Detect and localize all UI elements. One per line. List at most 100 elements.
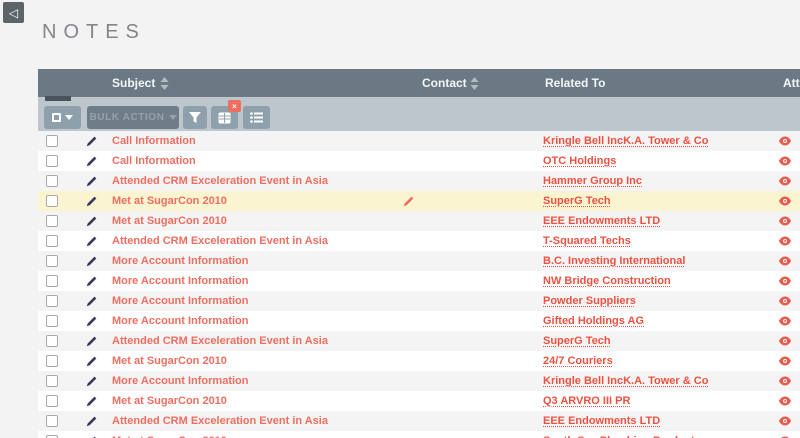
note-subject[interactable]: Met at SugarCon 2010 [112, 211, 227, 231]
preview-eye-icon[interactable] [779, 151, 791, 171]
row-checkbox[interactable] [46, 235, 58, 247]
sort-icon-contact[interactable] [470, 77, 479, 90]
row-checkbox[interactable] [46, 395, 58, 407]
note-subject[interactable]: Met at SugarCon 2010 [112, 191, 227, 211]
preview-eye-icon[interactable] [779, 371, 791, 391]
note-subject[interactable]: Attended CRM Exceleration Event in Asia [112, 171, 328, 191]
edit-pencil-icon[interactable] [86, 151, 97, 171]
preview-eye-icon[interactable] [779, 191, 791, 211]
sort-icon-subject[interactable] [160, 77, 169, 90]
row-checkbox[interactable] [46, 135, 58, 147]
note-subject[interactable]: More Account Information [112, 271, 248, 291]
related-to-link[interactable]: Kringle Bell IncK.A. Tower & Co [543, 371, 708, 391]
preview-eye-icon[interactable] [779, 131, 791, 151]
related-to-link[interactable]: Kringle Bell IncK.A. Tower & Co [543, 131, 708, 151]
related-to-link[interactable]: SuperG Tech [543, 331, 611, 351]
edit-pencil-icon[interactable] [86, 371, 97, 391]
edit-pencil-icon[interactable] [86, 411, 97, 431]
table-row[interactable]: Attended CRM Exceleration Event in Asia H… [38, 171, 800, 191]
bulk-action-button[interactable]: BULK ACTION [87, 106, 179, 129]
select-all-dropdown-button[interactable] [44, 106, 81, 129]
preview-eye-icon[interactable] [779, 231, 791, 251]
preview-eye-icon[interactable] [779, 211, 791, 231]
related-to-link[interactable]: Gifted Holdings AG [543, 311, 644, 331]
note-subject[interactable]: Call Information [112, 151, 196, 171]
note-subject[interactable]: More Account Information [112, 291, 248, 311]
clear-filter-badge[interactable]: × [228, 100, 241, 112]
row-checkbox[interactable] [46, 335, 58, 347]
edit-pencil-icon[interactable] [86, 251, 97, 271]
row-checkbox[interactable] [46, 155, 58, 167]
note-subject[interactable]: Call Information [112, 131, 196, 151]
row-checkbox[interactable] [46, 275, 58, 287]
edit-pencil-icon[interactable] [86, 311, 97, 331]
edit-pencil-icon[interactable] [86, 391, 97, 411]
column-header-attachment[interactable]: Att [783, 76, 800, 90]
table-row[interactable]: More Account Information Powder Suppliers [38, 291, 800, 311]
row-checkbox[interactable] [46, 415, 58, 427]
preview-eye-icon[interactable] [779, 351, 791, 371]
related-to-link[interactable]: EEE Endowments LTD [543, 211, 660, 231]
edit-pencil-icon[interactable] [86, 231, 97, 251]
related-to-link[interactable]: T-Squared Techs [543, 231, 631, 251]
related-to-link[interactable]: 24/7 Couriers [543, 351, 613, 371]
note-subject[interactable]: Attended CRM Exceleration Event in Asia [112, 231, 328, 251]
related-to-link[interactable]: SuperG Tech [543, 191, 611, 211]
table-row[interactable]: Met at SugarCon 2010 SuperG Tech [38, 191, 800, 211]
filter-button[interactable] [183, 106, 207, 129]
edit-pencil-icon[interactable] [86, 271, 97, 291]
preview-eye-icon[interactable] [779, 331, 791, 351]
note-subject[interactable]: Attended CRM Exceleration Event in Asia [112, 331, 328, 351]
table-row[interactable]: Attended CRM Exceleration Event in Asia S… [38, 331, 800, 351]
related-to-link[interactable]: Powder Suppliers [543, 291, 636, 311]
row-checkbox[interactable] [46, 195, 58, 207]
related-to-link[interactable]: South Sea Plumbing Products [543, 431, 701, 438]
preview-eye-icon[interactable] [779, 291, 791, 311]
table-row[interactable]: Call Information Kringle Bell IncK.A. Tow… [38, 131, 800, 151]
table-row[interactable]: More Account Information NW Bridge Constr… [38, 271, 800, 291]
table-row[interactable]: More Account Information B.C. Investing I… [38, 251, 800, 271]
related-to-link[interactable]: Hammer Group Inc [543, 171, 642, 191]
preview-eye-icon[interactable] [779, 251, 791, 271]
edit-pencil-icon[interactable] [86, 431, 97, 438]
contact-edit-pencil-icon[interactable] [403, 191, 414, 211]
edit-pencil-icon[interactable] [86, 131, 97, 151]
related-to-link[interactable]: NW Bridge Construction [543, 271, 671, 291]
note-subject[interactable]: Met at SugarCon 2010 [112, 431, 227, 438]
related-to-link[interactable]: B.C. Investing International [543, 251, 685, 271]
table-row[interactable]: Call Information OTC Holdings [38, 151, 800, 171]
edit-pencil-icon[interactable] [86, 191, 97, 211]
related-to-link[interactable]: OTC Holdings [543, 151, 616, 171]
row-checkbox[interactable] [46, 315, 58, 327]
row-checkbox[interactable] [46, 375, 58, 387]
table-row[interactable]: Met at SugarCon 2010 EEE Endowments LTD [38, 211, 800, 231]
note-subject[interactable]: Attended CRM Exceleration Event in Asia [112, 411, 328, 431]
note-subject[interactable]: More Account Information [112, 251, 248, 271]
table-row[interactable]: More Account InformationGifted Holdings … [38, 311, 800, 331]
row-checkbox[interactable] [46, 355, 58, 367]
preview-eye-icon[interactable] [779, 391, 791, 411]
table-row[interactable]: Attended CRM Exceleration Event in Asia T… [38, 231, 800, 251]
edit-pencil-icon[interactable] [86, 331, 97, 351]
related-to-link[interactable]: EEE Endowments LTD [543, 411, 660, 431]
column-header-subject[interactable]: Subject [112, 76, 155, 90]
back-button[interactable]: ◁ [3, 2, 24, 23]
edit-pencil-icon[interactable] [86, 211, 97, 231]
row-checkbox[interactable] [46, 215, 58, 227]
note-subject[interactable]: Met at SugarCon 2010 [112, 391, 227, 411]
related-to-link[interactable]: Q3 ARVRO III PR [543, 391, 630, 411]
column-header-related-to[interactable]: Related To [545, 76, 605, 90]
row-checkbox[interactable] [46, 295, 58, 307]
edit-pencil-icon[interactable] [86, 291, 97, 311]
preview-eye-icon[interactable] [779, 311, 791, 331]
list-view-button[interactable] [243, 106, 270, 129]
edit-pencil-icon[interactable] [86, 351, 97, 371]
table-row[interactable]: Met at SugarCon 2010 South Sea Plumbing P… [38, 431, 800, 438]
column-header-contact[interactable]: Contact [422, 76, 467, 90]
table-row[interactable]: Met at SugarCon 201024/7 Couriers [38, 351, 800, 371]
preview-eye-icon[interactable] [779, 431, 791, 438]
edit-pencil-icon[interactable] [86, 171, 97, 191]
note-subject[interactable]: More Account Information [112, 371, 248, 391]
table-row[interactable]: Attended CRM Exceleration Event in Asia E… [38, 411, 800, 431]
preview-eye-icon[interactable] [779, 271, 791, 291]
